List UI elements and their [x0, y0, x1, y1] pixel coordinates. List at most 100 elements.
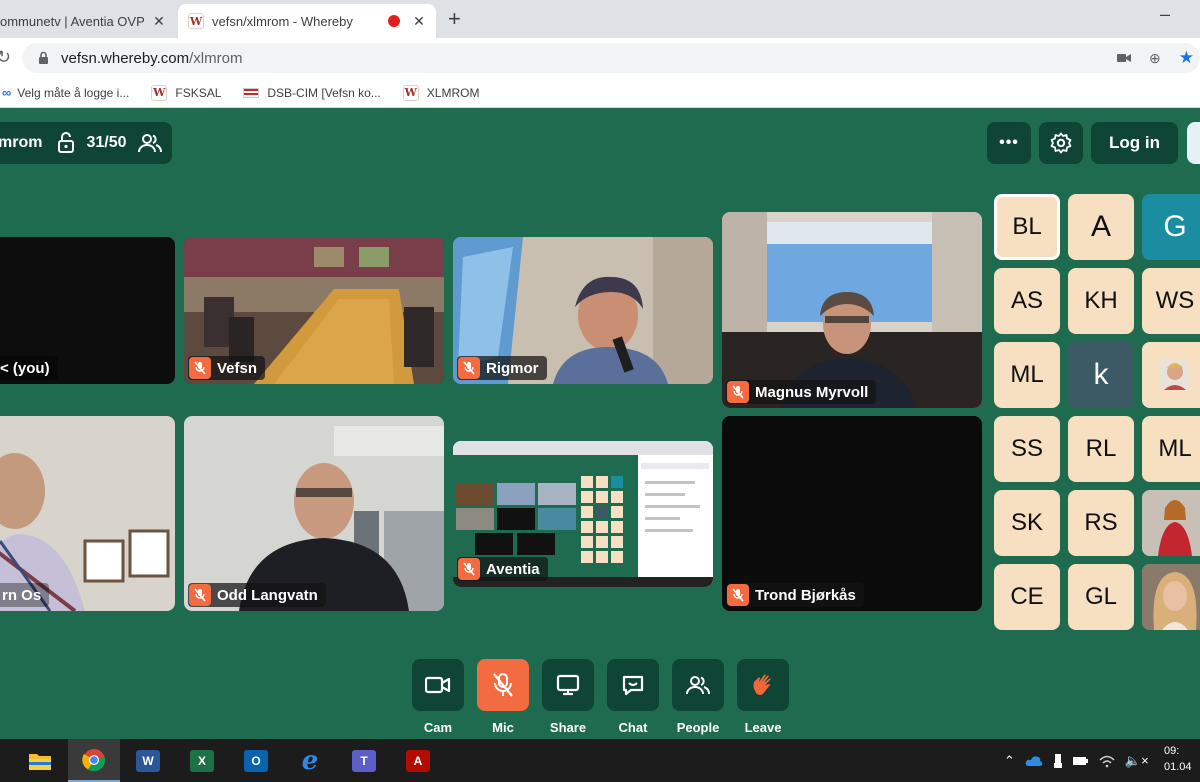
bookmark-item[interactable]: W FSKSAL [151, 84, 222, 101]
participant-name: rn Os [2, 586, 42, 604]
unlock-icon[interactable] [56, 132, 76, 154]
room-info: mrom 31/50 [0, 122, 172, 164]
onedrive-icon[interactable] [1025, 755, 1043, 767]
bookmark-star-icon[interactable]: ★ [1179, 48, 1194, 68]
waving-hand-icon [753, 674, 771, 695]
battery-icon[interactable] [1072, 756, 1089, 766]
avatar[interactable]: KH [1068, 268, 1134, 334]
chevron-up-icon[interactable]: ⌃ [1004, 753, 1015, 769]
new-tab-button[interactable]: + [448, 6, 461, 32]
bookmark-item[interactable]: DSB-CIM [Vefsn ko... [243, 86, 381, 100]
participant-name: Odd Langvatn [217, 586, 318, 604]
video-tile-magnus[interactable]: Magnus Myrvoll [722, 212, 982, 408]
video-tile-rigmor[interactable]: Rigmor [453, 237, 713, 384]
file-explorer-icon[interactable] [14, 739, 66, 782]
bookmarks-bar: ∞ Velg måte å logge i... W FSKSAL DSB-CI… [0, 78, 1200, 108]
bookmark-label: Velg måte å logge i... [17, 85, 130, 100]
people-button[interactable] [672, 659, 724, 711]
avatar[interactable]: SS [994, 416, 1060, 482]
teams-icon[interactable]: T [338, 739, 390, 782]
avatar[interactable]: k [1068, 342, 1134, 408]
tab-whereby[interactable]: W vefsn/xlmrom - Whereby ✕ [178, 4, 436, 38]
more-button[interactable]: ••• [987, 122, 1031, 164]
system-clock[interactable]: 09: 01.04 [1164, 743, 1192, 775]
avatar[interactable]: RS [1068, 490, 1134, 556]
participant-video [184, 416, 444, 611]
people-label: People [676, 720, 720, 735]
mic-button[interactable] [477, 659, 529, 711]
avatar[interactable]: SK [994, 490, 1060, 556]
minimize-button[interactable]: – [1160, 4, 1170, 25]
mic-muted-icon [189, 357, 211, 379]
camera-permission-icon[interactable] [1117, 53, 1132, 63]
avatar[interactable]: ML [994, 342, 1060, 408]
mic-muted-icon [727, 381, 749, 403]
bookmark-item[interactable]: ∞ Velg måte å logge i... [2, 85, 129, 100]
avatar[interactable]: A [1068, 194, 1134, 260]
mic-muted-icon [189, 584, 211, 606]
participant-name: < (you) [0, 359, 50, 377]
video-tile-odd[interactable]: Odd Langvatn [184, 416, 444, 611]
avatar[interactable]: WS [1142, 268, 1200, 334]
cam-label: Cam [423, 720, 453, 735]
participant-name: Rigmor [486, 359, 539, 377]
reload-icon[interactable]: ↻ [0, 47, 11, 68]
acrobat-icon[interactable]: A [392, 739, 444, 782]
participant-name: Aventia [486, 560, 540, 578]
share-label: Share [549, 720, 587, 735]
chat-label: Chat [618, 720, 648, 735]
tab-aventia[interactable]: ommunetv | Aventia OVP ✕ [0, 4, 176, 38]
settings-button[interactable] [1039, 122, 1083, 164]
cam-button[interactable] [412, 659, 464, 711]
word-icon[interactable]: W [122, 739, 174, 782]
avatar-photo[interactable] [1142, 342, 1200, 408]
mic-muted-icon [458, 558, 480, 580]
participant-name: Vefsn [217, 359, 258, 377]
excel-icon[interactable]: X [176, 739, 228, 782]
people-icon [686, 676, 710, 695]
chrome-icon[interactable] [68, 739, 120, 782]
share-button[interactable] [542, 659, 594, 711]
video-tile-self[interactable]: < (you) [0, 237, 175, 384]
outlook-icon[interactable]: O [230, 739, 282, 782]
avatar[interactable]: G [1142, 194, 1200, 260]
video-tile-trond[interactable]: Trond Bjørkås [722, 416, 982, 611]
video-tile-vefsn[interactable]: Vefsn [184, 237, 444, 384]
leave-label: Leave [744, 720, 782, 735]
participant-name-tag: < (you) [0, 356, 58, 380]
avatar[interactable]: RL [1068, 416, 1134, 482]
leave-button[interactable] [737, 659, 789, 711]
tab-close-icon[interactable]: ✕ [410, 13, 428, 30]
mic-muted-icon [458, 357, 480, 379]
avatar-photo[interactable] [1142, 564, 1200, 630]
participant-video [0, 416, 175, 611]
participant-name-tag: Odd Langvatn [188, 583, 326, 607]
zoom-icon[interactable]: ⊕ [1149, 50, 1161, 67]
volume-muted-icon[interactable]: 🔈× [1125, 753, 1149, 769]
avatar-photo[interactable] [1142, 490, 1200, 556]
tab-title: vefsn/xlmrom - Whereby [212, 13, 353, 29]
participant-name: Trond Bjørkås [755, 586, 856, 604]
bookmark-item[interactable]: W XLMROM [402, 84, 479, 101]
wifi-icon[interactable] [1099, 754, 1115, 768]
video-tile-aventia[interactable]: Aventia [453, 441, 713, 587]
signup-button[interactable] [1187, 122, 1200, 164]
login-button[interactable]: Log in [1091, 122, 1178, 164]
avatar[interactable]: CE [994, 564, 1060, 630]
usb-icon[interactable] [1053, 753, 1063, 769]
chat-button[interactable] [607, 659, 659, 711]
browser-tab-bar: ommunetv | Aventia OVP ✕ W vefsn/xlmrom … [0, 0, 1200, 38]
avatar[interactable]: GL [1068, 564, 1134, 630]
avatar[interactable]: ML [1142, 416, 1200, 482]
tab-close-icon[interactable]: ✕ [150, 13, 168, 30]
address-bar[interactable]: vefsn.whereby.com/xlmrom ⊕ ★ [22, 43, 1200, 73]
internet-explorer-icon[interactable]: e [284, 739, 336, 782]
participant-name-tag: rn Os [0, 583, 50, 607]
whereby-favicon-icon: W [151, 84, 168, 101]
avatar[interactable]: AS [994, 268, 1060, 334]
video-tile-os[interactable]: rn Os [0, 416, 175, 611]
avatar[interactable]: BL [994, 194, 1060, 260]
people-icon [137, 134, 162, 153]
chat-icon [622, 675, 644, 696]
bookmark-label: FSKSAL [175, 85, 222, 100]
